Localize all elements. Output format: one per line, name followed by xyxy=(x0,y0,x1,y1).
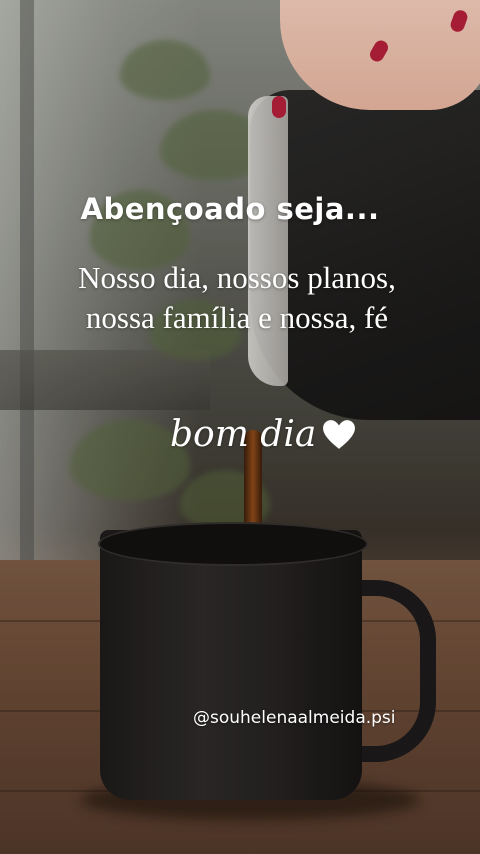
verse-line: nossa família e nossa, fé xyxy=(85,300,389,335)
greeting: bom dia xyxy=(170,410,356,460)
verse-line: Nosso dia, nossos planos, xyxy=(78,260,396,295)
username-handle: @souhelenaalmeida.psi xyxy=(193,708,396,728)
greeting-text: bom dia xyxy=(170,414,317,455)
verse: Nosso dia, nossos planos, nossa família … xyxy=(0,258,474,338)
photo-scene: Abençoado seja... Nosso dia, nossos plan… xyxy=(0,0,480,854)
heart-icon xyxy=(323,420,356,449)
headline: Abençoado seja... xyxy=(80,192,380,226)
